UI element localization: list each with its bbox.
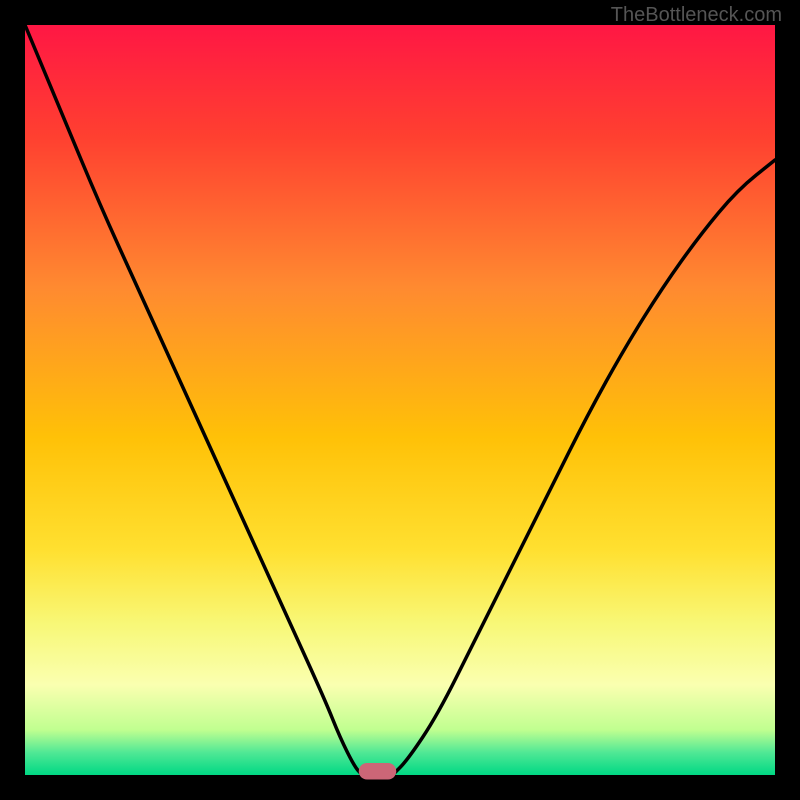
- optimal-marker: [359, 763, 397, 780]
- chart-container: { "watermark": "TheBottleneck.com", "cha…: [0, 0, 800, 800]
- watermark-text: TheBottleneck.com: [611, 4, 782, 27]
- gradient-background: [25, 25, 775, 775]
- bottleneck-chart: [0, 0, 800, 800]
